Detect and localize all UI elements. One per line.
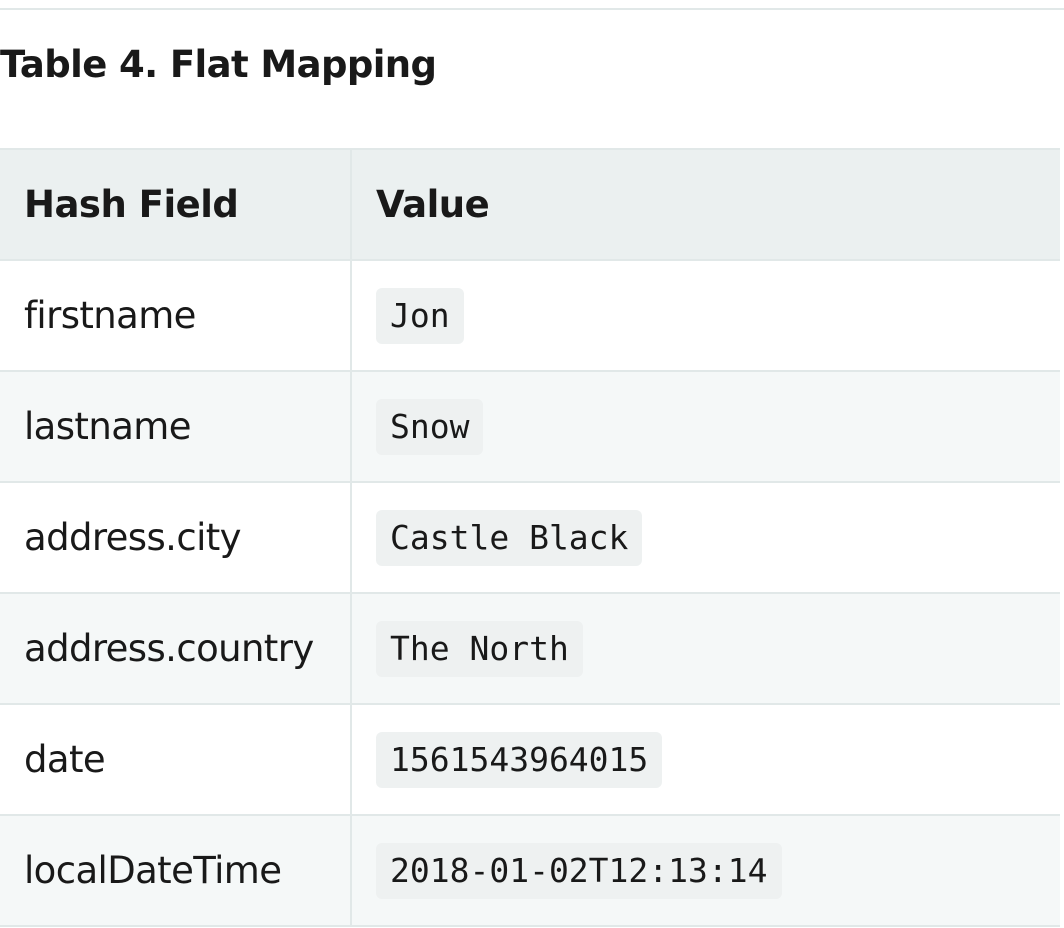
value-code: The North [376,620,583,677]
hash-field-cell: address.country [0,592,351,705]
column-header-hash-field: Hash Field [0,148,351,261]
value-code: 2018-01-02T12:13:14 [376,842,782,899]
table-row: lastname Snow [0,370,1060,483]
value-code: 1561543964015 [376,731,663,788]
hash-field-cell: lastname [0,370,351,483]
value-cell: 2018-01-02T12:13:14 [350,814,1060,927]
hash-field-cell: localDateTime [0,814,351,927]
column-header-value: Value [350,148,1060,261]
table-row: localDateTime 2018-01-02T12:13:14 [0,814,1060,927]
value-cell: Snow [350,370,1060,483]
flat-mapping-table: Hash Field Value firstname Jon lastname … [0,148,1060,927]
table-row: date 1561543964015 [0,703,1060,816]
table-caption: Table 4. Flat Mapping [0,43,437,86]
section-divider [0,8,1064,10]
value-cell: The North [350,592,1060,705]
value-code: Snow [376,398,484,455]
hash-field-cell: date [0,703,351,816]
table-row: address.country The North [0,592,1060,705]
value-code: Castle Black [376,509,643,566]
value-code: Jon [376,287,464,344]
table-header-row: Hash Field Value [0,148,1060,261]
value-cell: 1561543964015 [350,703,1060,816]
table-row: address.city Castle Black [0,481,1060,594]
value-cell: Jon [350,259,1060,372]
hash-field-cell: firstname [0,259,351,372]
table-row: firstname Jon [0,259,1060,372]
value-cell: Castle Black [350,481,1060,594]
hash-field-cell: address.city [0,481,351,594]
